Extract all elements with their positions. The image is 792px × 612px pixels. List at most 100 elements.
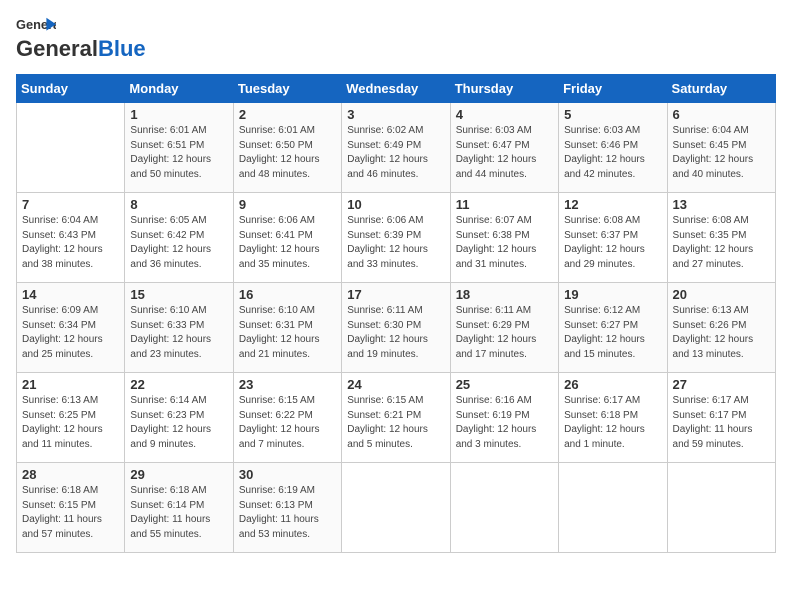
week-row-4: 21 Sunrise: 6:13 AM Sunset: 6:25 PM Dayli… <box>17 373 776 463</box>
day-number: 5 <box>564 107 661 122</box>
day-number: 18 <box>456 287 553 302</box>
day-info: Sunrise: 6:17 AM Sunset: 6:18 PM Dayligh… <box>564 394 661 452</box>
header-friday: Friday <box>559 75 667 103</box>
day-number: 29 <box>130 467 227 482</box>
day-cell: 29 Sunrise: 6:18 AM Sunset: 6:14 PM Dayli… <box>125 463 233 553</box>
day-cell: 10 Sunrise: 6:06 AM Sunset: 6:39 PM Dayli… <box>342 193 450 283</box>
day-cell: 23 Sunrise: 6:15 AM Sunset: 6:22 PM Dayli… <box>233 373 341 463</box>
day-cell: 27 Sunrise: 6:17 AM Sunset: 6:17 PM Dayli… <box>667 373 775 463</box>
day-cell: 3 Sunrise: 6:02 AM Sunset: 6:49 PM Daylig… <box>342 103 450 193</box>
day-cell: 2 Sunrise: 6:01 AM Sunset: 6:50 PM Daylig… <box>233 103 341 193</box>
day-info: Sunrise: 6:08 AM Sunset: 6:35 PM Dayligh… <box>673 214 770 272</box>
day-cell: 9 Sunrise: 6:06 AM Sunset: 6:41 PM Daylig… <box>233 193 341 283</box>
day-number: 26 <box>564 377 661 392</box>
day-info: Sunrise: 6:01 AM Sunset: 6:51 PM Dayligh… <box>130 124 227 182</box>
week-row-2: 7 Sunrise: 6:04 AM Sunset: 6:43 PM Daylig… <box>17 193 776 283</box>
day-info: Sunrise: 6:18 AM Sunset: 6:14 PM Dayligh… <box>130 484 227 542</box>
day-cell: 4 Sunrise: 6:03 AM Sunset: 6:47 PM Daylig… <box>450 103 558 193</box>
day-info: Sunrise: 6:10 AM Sunset: 6:31 PM Dayligh… <box>239 304 336 362</box>
calendar-header-row: SundayMondayTuesdayWednesdayThursdayFrid… <box>17 75 776 103</box>
day-number: 19 <box>564 287 661 302</box>
header-saturday: Saturday <box>667 75 775 103</box>
week-row-3: 14 Sunrise: 6:09 AM Sunset: 6:34 PM Dayli… <box>17 283 776 373</box>
day-cell: 26 Sunrise: 6:17 AM Sunset: 6:18 PM Dayli… <box>559 373 667 463</box>
day-number: 25 <box>456 377 553 392</box>
day-number: 11 <box>456 197 553 212</box>
day-number: 14 <box>22 287 119 302</box>
logo-blue: Blue <box>98 36 146 62</box>
logo-general: General <box>16 36 98 62</box>
day-info: Sunrise: 6:17 AM Sunset: 6:17 PM Dayligh… <box>673 394 770 452</box>
day-number: 20 <box>673 287 770 302</box>
day-number: 1 <box>130 107 227 122</box>
day-info: Sunrise: 6:03 AM Sunset: 6:47 PM Dayligh… <box>456 124 553 182</box>
day-cell: 1 Sunrise: 6:01 AM Sunset: 6:51 PM Daylig… <box>125 103 233 193</box>
day-info: Sunrise: 6:02 AM Sunset: 6:49 PM Dayligh… <box>347 124 444 182</box>
day-number: 9 <box>239 197 336 212</box>
day-number: 21 <box>22 377 119 392</box>
day-cell: 6 Sunrise: 6:04 AM Sunset: 6:45 PM Daylig… <box>667 103 775 193</box>
day-info: Sunrise: 6:04 AM Sunset: 6:45 PM Dayligh… <box>673 124 770 182</box>
day-cell: 8Sunrise: 6:05 AM Sunset: 6:42 PM Daylig… <box>125 193 233 283</box>
day-info: Sunrise: 6:04 AM Sunset: 6:43 PM Dayligh… <box>22 214 119 272</box>
day-info: Sunrise: 6:11 AM Sunset: 6:29 PM Dayligh… <box>456 304 553 362</box>
day-number: 4 <box>456 107 553 122</box>
day-info: Sunrise: 6:14 AM Sunset: 6:23 PM Dayligh… <box>130 394 227 452</box>
day-cell: 21 Sunrise: 6:13 AM Sunset: 6:25 PM Dayli… <box>17 373 125 463</box>
day-number: 27 <box>673 377 770 392</box>
day-info: Sunrise: 6:15 AM Sunset: 6:21 PM Dayligh… <box>347 394 444 452</box>
day-info: Sunrise: 6:12 AM Sunset: 6:27 PM Dayligh… <box>564 304 661 362</box>
day-info: Sunrise: 6:07 AM Sunset: 6:38 PM Dayligh… <box>456 214 553 272</box>
day-cell: 24 Sunrise: 6:15 AM Sunset: 6:21 PM Dayli… <box>342 373 450 463</box>
day-number: 2 <box>239 107 336 122</box>
week-row-1: 1 Sunrise: 6:01 AM Sunset: 6:51 PM Daylig… <box>17 103 776 193</box>
day-number: 8 <box>130 197 227 212</box>
day-cell <box>450 463 558 553</box>
calendar-table: SundayMondayTuesdayWednesdayThursdayFrid… <box>16 74 776 553</box>
week-row-5: 28Sunrise: 6:18 AM Sunset: 6:15 PM Dayli… <box>17 463 776 553</box>
day-number: 12 <box>564 197 661 212</box>
day-cell <box>342 463 450 553</box>
day-number: 15 <box>130 287 227 302</box>
day-cell <box>559 463 667 553</box>
day-cell: 16 Sunrise: 6:10 AM Sunset: 6:31 PM Dayli… <box>233 283 341 373</box>
day-number: 24 <box>347 377 444 392</box>
day-info: Sunrise: 6:06 AM Sunset: 6:39 PM Dayligh… <box>347 214 444 272</box>
header-thursday: Thursday <box>450 75 558 103</box>
day-number: 16 <box>239 287 336 302</box>
day-info: Sunrise: 6:16 AM Sunset: 6:19 PM Dayligh… <box>456 394 553 452</box>
header-wednesday: Wednesday <box>342 75 450 103</box>
day-cell: 7 Sunrise: 6:04 AM Sunset: 6:43 PM Daylig… <box>17 193 125 283</box>
day-cell: 19 Sunrise: 6:12 AM Sunset: 6:27 PM Dayli… <box>559 283 667 373</box>
day-cell: 25 Sunrise: 6:16 AM Sunset: 6:19 PM Dayli… <box>450 373 558 463</box>
day-info: Sunrise: 6:10 AM Sunset: 6:33 PM Dayligh… <box>130 304 227 362</box>
day-number: 10 <box>347 197 444 212</box>
day-info: Sunrise: 6:01 AM Sunset: 6:50 PM Dayligh… <box>239 124 336 182</box>
day-number: 23 <box>239 377 336 392</box>
day-number: 22 <box>130 377 227 392</box>
day-info: Sunrise: 6:06 AM Sunset: 6:41 PM Dayligh… <box>239 214 336 272</box>
day-cell: 18 Sunrise: 6:11 AM Sunset: 6:29 PM Dayli… <box>450 283 558 373</box>
day-cell: 30Sunrise: 6:19 AM Sunset: 6:13 PM Dayli… <box>233 463 341 553</box>
day-cell: 5Sunrise: 6:03 AM Sunset: 6:46 PM Daylig… <box>559 103 667 193</box>
header-monday: Monday <box>125 75 233 103</box>
logo: General General Blue <box>16 16 146 62</box>
logo-icon: General <box>16 16 56 34</box>
day-number: 17 <box>347 287 444 302</box>
header-sunday: Sunday <box>17 75 125 103</box>
day-cell: 13 Sunrise: 6:08 AM Sunset: 6:35 PM Dayli… <box>667 193 775 283</box>
day-number: 3 <box>347 107 444 122</box>
day-info: Sunrise: 6:09 AM Sunset: 6:34 PM Dayligh… <box>22 304 119 362</box>
day-cell: 28Sunrise: 6:18 AM Sunset: 6:15 PM Dayli… <box>17 463 125 553</box>
calendar-body: 1 Sunrise: 6:01 AM Sunset: 6:51 PM Daylig… <box>17 103 776 553</box>
day-number: 7 <box>22 197 119 212</box>
day-info: Sunrise: 6:11 AM Sunset: 6:30 PM Dayligh… <box>347 304 444 362</box>
day-info: Sunrise: 6:13 AM Sunset: 6:26 PM Dayligh… <box>673 304 770 362</box>
day-info: Sunrise: 6:15 AM Sunset: 6:22 PM Dayligh… <box>239 394 336 452</box>
day-number: 30 <box>239 467 336 482</box>
day-info: Sunrise: 6:13 AM Sunset: 6:25 PM Dayligh… <box>22 394 119 452</box>
day-number: 13 <box>673 197 770 212</box>
day-number: 6 <box>673 107 770 122</box>
day-cell <box>667 463 775 553</box>
day-info: Sunrise: 6:18 AM Sunset: 6:15 PM Dayligh… <box>22 484 119 542</box>
